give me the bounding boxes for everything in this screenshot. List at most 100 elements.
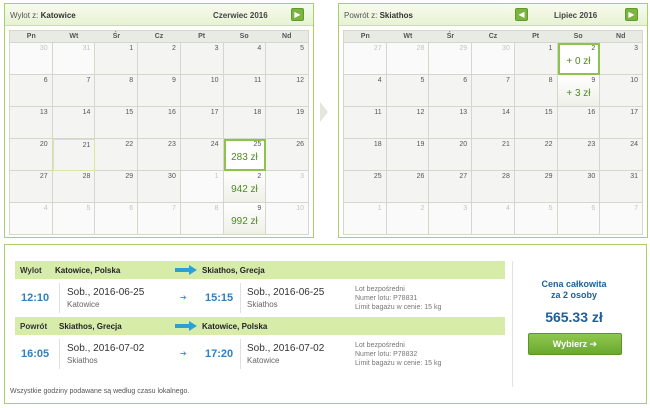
arrow-right-icon xyxy=(175,321,197,331)
day-number: 26 xyxy=(416,173,425,180)
calendar-day: 8 xyxy=(95,75,139,107)
return-leg-header: Powrót Skiathos, Grecja Katowice, Polska xyxy=(15,317,505,335)
calendar-day: 6 xyxy=(10,75,53,107)
day-number: 25 xyxy=(253,141,262,148)
day-number: 9 xyxy=(171,77,176,84)
divider xyxy=(240,283,241,313)
flight-summary: Wylot Katowice, Polska Skiathos, Grecja … xyxy=(4,244,647,404)
day-number: 31 xyxy=(82,45,91,52)
outbound-leg-to: Skiathos, Grecja xyxy=(202,266,265,275)
return-prev-month-button[interactable]: ◀ xyxy=(515,8,528,21)
return-arrival-date: Sob., 2016-07-02 xyxy=(247,343,325,354)
return-next-month-button[interactable]: ▶ xyxy=(625,8,638,21)
return-leg-to: Katowice, Polska xyxy=(202,322,268,331)
day-number: 8 xyxy=(548,77,553,84)
weekday-header: So xyxy=(573,33,583,40)
day-number: 7 xyxy=(171,205,176,212)
day-number: 30 xyxy=(587,173,596,180)
day-price: 283 zł xyxy=(231,152,258,163)
calendar-day: 28 xyxy=(52,171,96,203)
weekday-header: Pt xyxy=(532,33,540,40)
day-number: 5 xyxy=(300,45,304,52)
calendar-day: 4 xyxy=(10,203,53,235)
calendar-day: 2 xyxy=(138,43,181,75)
calendar-day: 13 xyxy=(429,107,473,139)
day-number: 16 xyxy=(168,109,176,116)
calendar-day: 4 xyxy=(223,43,267,75)
day-number: 31 xyxy=(630,173,638,180)
return-calendar-header: Powrót z: Skiathos ◀ Lipiec 2016 ▶ xyxy=(339,4,647,26)
weekday-header: Nd xyxy=(282,33,292,40)
calendar-day: 4 xyxy=(344,75,387,107)
calendar-day: 3 xyxy=(180,43,224,75)
calendar-day: 23 xyxy=(557,139,601,171)
day-number: 11 xyxy=(374,109,382,116)
day-number: 3 xyxy=(463,205,468,212)
calendar-day: 22 xyxy=(95,139,139,171)
calendar-day: 7 xyxy=(472,75,515,107)
return-arrival-city: Katowice xyxy=(247,356,280,365)
day-number: 21 xyxy=(82,142,91,149)
calendar-day[interactable]: 2 942 zł xyxy=(223,171,267,203)
calendar-day: 26 xyxy=(266,139,309,171)
outbound-days: 30 31 1 2 3 4 5 6 7 8 9 10 11 12 13 14 15 16 17 18 19 20 21 22 2… xyxy=(9,43,309,235)
day-number: 18 xyxy=(253,109,262,116)
calendar-day: 19 xyxy=(266,107,309,139)
return-weekdays: Pn Wt Śr Cz Pt So Nd xyxy=(343,30,643,43)
calendar-day: 26 xyxy=(386,171,430,203)
outbound-arrival-time: 15:15 xyxy=(205,292,234,304)
day-number: 19 xyxy=(296,109,304,116)
day-number: 13 xyxy=(39,109,48,116)
calendar-day: 28 xyxy=(386,43,430,75)
calendar-day: 24 xyxy=(180,139,224,171)
calendar-day[interactable]: 2 + 0 zł xyxy=(557,43,601,75)
calendar-day: 10 xyxy=(600,75,643,107)
calendar-day: 11 xyxy=(223,75,267,107)
return-departure-time: 16:05 xyxy=(21,348,50,360)
calendar-day: 5 xyxy=(514,203,558,235)
day-number: 29 xyxy=(459,45,468,52)
arrow-right-icon: ➔ xyxy=(180,293,187,302)
day-number: 27 xyxy=(39,173,48,180)
weekday-header: Wt xyxy=(403,33,413,40)
day-number: 15 xyxy=(125,109,134,116)
weekday-header: Wt xyxy=(69,33,79,40)
calendar-day: 6 xyxy=(557,203,601,235)
flight-booking-page: Wylot z: Katowice Czerwiec 2016 ▶ Pn Wt Śr… xyxy=(0,0,650,408)
day-number: 2 xyxy=(591,45,596,52)
calendar-day: 21 xyxy=(52,139,96,171)
outbound-weekdays: Pn Wt Śr Cz Pt So Nd xyxy=(9,30,309,43)
day-number: 28 xyxy=(82,173,91,180)
day-number: 5 xyxy=(548,205,553,212)
calendar-day: 30 xyxy=(10,43,53,75)
day-price: + 0 zł xyxy=(566,56,591,67)
outbound-flight-info: Lot bezpośredni Numer lotu: P78831 Limit… xyxy=(355,286,442,311)
calendar-day: 3 xyxy=(266,171,309,203)
return-arrival-time: 17:20 xyxy=(205,348,234,360)
choose-button[interactable]: Wybierz ➔ xyxy=(528,333,622,355)
return-month: Lipiec 2016 xyxy=(554,11,598,20)
outbound-label: Wylot z: Katowice xyxy=(10,11,76,20)
day-number: 5 xyxy=(86,205,91,212)
calendar-day[interactable]: 25 283 zł xyxy=(223,139,267,171)
outbound-arrival-date: Sob., 2016-06-25 xyxy=(247,287,325,298)
day-number: 15 xyxy=(544,109,553,116)
day-number: 28 xyxy=(416,45,425,52)
return-flight-info: Lot bezpośredni Numer lotu: P78832 Limit… xyxy=(355,342,442,367)
calendar-day: 5 xyxy=(266,43,309,75)
day-number: 6 xyxy=(43,77,48,84)
calendar-day: 19 xyxy=(386,139,430,171)
outbound-arrival-city: Skiathos xyxy=(247,300,278,309)
outbound-calendar: Wylot z: Katowice Czerwiec 2016 ▶ Pn Wt Śr… xyxy=(4,3,314,238)
day-number: 2 xyxy=(420,205,425,212)
calendar-day[interactable]: 9 992 zł xyxy=(223,203,267,235)
calendar-day: 30 xyxy=(138,171,181,203)
day-number: 7 xyxy=(86,77,91,84)
outbound-calendar-header: Wylot z: Katowice Czerwiec 2016 ▶ xyxy=(5,4,313,26)
day-price: + 3 zł xyxy=(566,88,591,99)
outbound-next-month-button[interactable]: ▶ xyxy=(291,8,304,21)
day-number: 4 xyxy=(377,77,382,84)
day-number: 8 xyxy=(129,77,134,84)
calendar-day[interactable]: 9 + 3 zł xyxy=(557,75,601,107)
day-number: 17 xyxy=(630,109,638,116)
